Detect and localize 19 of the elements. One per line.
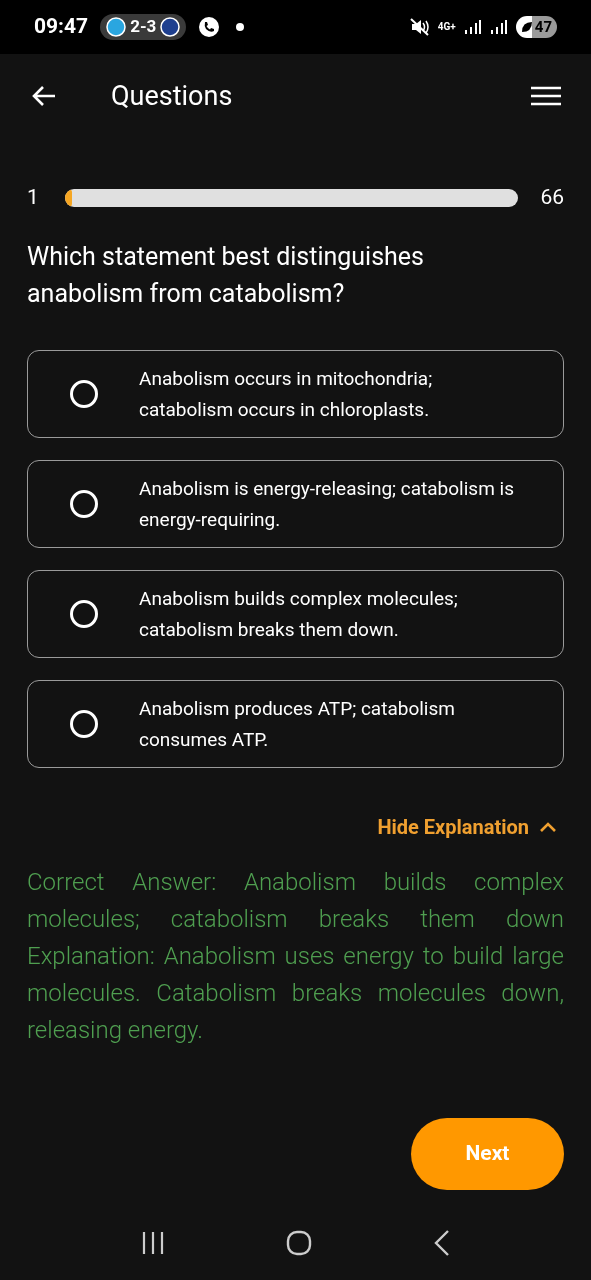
match-score: 2-3 (130, 15, 157, 39)
current-question-number: 1 (27, 184, 40, 212)
explanation-text: Correct Answer: Anabolism builds complex molecules; catabolism breaks them down (27, 867, 564, 935)
hide-explanation-toggle[interactable]: Hide Explanation (377, 812, 557, 842)
network-type: 4G+ (437, 22, 456, 32)
status-time: 09:47 (34, 13, 89, 41)
explanation-text: Explanation: Anabolism uses energy to build large molecules. Catabolism breaks molecules down, releasing energy. (27, 941, 564, 1046)
question-text: Which statement best distinguishes anabolism from catabolism? (26, 241, 426, 310)
battery-level: 47 (534, 16, 552, 38)
option-text: Anabolism is energy-releasing; catabolism is energy-requiring. (139, 476, 515, 533)
option-text: Anabolism builds complex molecules; catabolism breaks them down. (139, 586, 459, 643)
page-title: Questions (111, 78, 233, 114)
total-questions: 66 (540, 184, 564, 212)
answer-option[interactable]: Anabolism occurs in mitochondria; catabolism occurs in chloroplasts. (27, 350, 564, 438)
answer-option[interactable]: Anabolism produces ATP; catabolism consumes ATP. (27, 680, 564, 768)
option-text: Anabolism produces ATP; catabolism consumes ATP. (139, 696, 456, 753)
option-text: Anabolism occurs in mitochondria; catabolism occurs in chloroplasts. (139, 366, 434, 423)
answer-option[interactable]: Anabolism is energy-releasing; catabolism is energy-requiring. (27, 460, 564, 548)
answer-option[interactable]: Anabolism builds complex molecules; catabolism breaks them down. (27, 570, 564, 658)
